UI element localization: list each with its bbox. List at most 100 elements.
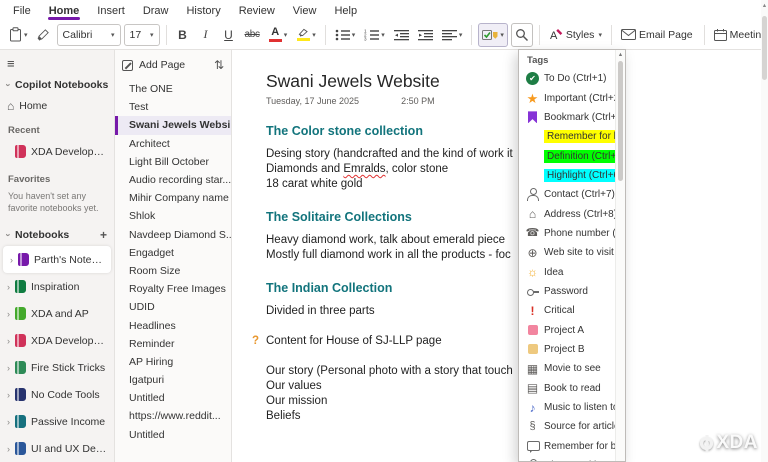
page-list-item[interactable]: Untitled [115,426,231,444]
add-page-button[interactable]: Add Page [122,59,210,71]
page-list-item[interactable]: Navdeep Diamond S... [115,226,231,244]
menu-item[interactable]: Draw [134,2,178,19]
tag-menu-item[interactable]: Highlight (Ctrl+6) [519,166,625,185]
tag-menu-item[interactable]: Remember for later [519,127,625,146]
notebooks-list: › Parth's Notebook › Inspiration › XDA a… [0,246,114,462]
bold-button[interactable]: B [173,23,193,47]
italic-button[interactable]: I [196,23,216,47]
underline-button[interactable]: U [219,23,239,47]
tag-menu-item[interactable]: Definition (Ctrl+5) [519,146,625,165]
copilot-notebooks-header[interactable]: › Copilot Notebooks [0,74,114,96]
tag-menu-item[interactable]: Important (Ctrl+2) [519,88,625,107]
tag-menu-item[interactable]: Password [519,282,625,301]
hamburger-menu-button[interactable]: ≡ [0,50,114,74]
menu-item[interactable]: View [284,2,326,19]
numbered-list-button[interactable]: 123 ▾ [361,23,388,47]
tag-menu-item[interactable]: Contact (Ctrl+7) [519,185,625,204]
page-title-label: Igatpuri [129,374,164,386]
page-list-item[interactable]: Headlines [115,316,231,334]
tag-menu-item[interactable]: Project A [519,320,625,339]
page-list-item[interactable]: https://www.reddit... [115,407,231,425]
tag-icon [482,28,498,42]
styles-button[interactable]: A Styles ▾ [546,23,605,47]
notebook-item[interactable]: › XDA Developers [0,138,114,165]
decrease-indent-button[interactable] [391,23,412,47]
menu-item[interactable]: Home [40,2,89,19]
page-list-item[interactable]: Shlok [115,207,231,225]
page-list-item[interactable]: Architect [115,135,231,153]
tags-button[interactable]: ▾ [478,23,508,47]
highlight-button[interactable]: ▾ [293,23,319,47]
menu-item[interactable]: Help [325,2,366,19]
notebook-item[interactable]: › Inspiration [0,273,114,300]
scroll-up-arrow[interactable]: ▲ [618,52,623,58]
page-list-item[interactable]: Igatpuri [115,371,231,389]
format-painter-button[interactable] [34,23,54,47]
bullet-list-button[interactable]: ▾ [332,23,359,47]
notebook-item[interactable]: › UI and UX Design [0,435,114,462]
page-list-item[interactable]: UDID [115,298,231,316]
add-notebook-button[interactable]: + [100,228,107,242]
tag-menu-item[interactable]: Music to listen to [519,398,625,417]
page-list-item[interactable]: The ONE [115,80,231,98]
chevron-down-icon: ▾ [352,31,356,39]
email-page-button[interactable]: Email Page [618,23,698,47]
tag-menu-item[interactable]: Source for article [519,417,625,436]
page-title[interactable]: Swani Jewels Website [266,71,768,92]
menu-item[interactable]: Insert [88,2,134,19]
page-list-item[interactable]: Test [115,98,231,116]
page-list-item[interactable]: AP Hiring [115,353,231,371]
tag-menu-item[interactable]: Web site to visit [519,243,625,262]
page-list-item[interactable]: Room Size [115,262,231,280]
tag-menu-item[interactable]: Bookmark (Ctrl+3) [519,108,625,127]
menu-item[interactable]: Review [230,2,284,19]
scrollbar-thumb[interactable] [762,16,767,80]
notebook-item[interactable]: › Passive Income [0,408,114,435]
notebook-item[interactable]: › Parth's Notebook [3,246,111,273]
vertical-scrollbar[interactable]: ▲ [761,0,768,462]
content-paragraph: Divided in three parts [266,304,768,319]
page-list-item[interactable]: Mihir Company name [115,189,231,207]
tag-menu-item[interactable]: Critical [519,301,625,320]
page-list-item[interactable]: Engadget [115,244,231,262]
sort-pages-button[interactable]: ⇅ [214,58,224,72]
alignment-button[interactable]: ▾ [439,23,466,47]
menu-item[interactable]: File [4,2,40,19]
menu-item[interactable]: History [177,2,229,19]
tag-menu-item[interactable]: Remember for blog [519,437,625,456]
page-list-item[interactable]: Swani Jewels Websi... [115,116,231,134]
note-content-area[interactable]: Swani Jewels Website Tuesday, 17 June 20… [232,50,768,462]
notebook-item[interactable]: › No Code Tools [0,381,114,408]
tag-menu-item[interactable]: Idea [519,262,625,281]
meeting-details-button[interactable]: Meeting [711,23,768,47]
tags-scrollbar[interactable]: ▲ [615,50,625,461]
font-size-select[interactable]: 17 ▾ [124,24,160,46]
sidebar-item-home[interactable]: ⌂ Home [0,96,114,116]
increase-indent-button[interactable] [415,23,436,47]
page-list-item[interactable]: Audio recording star... [115,171,231,189]
tag-menu-item[interactable]: Book to read [519,379,625,398]
tag-icon [526,343,539,356]
page-list-item[interactable]: Reminder [115,335,231,353]
tag-menu-item[interactable]: Movie to see [519,359,625,378]
notebook-item[interactable]: › Fire Stick Tricks [0,354,114,381]
scroll-up-arrow[interactable]: ▲ [761,3,768,9]
tag-menu-item[interactable]: Discuss with <Perso... [519,456,625,462]
tag-menu-item[interactable]: Address (Ctrl+8) [519,204,625,223]
notebook-item[interactable]: › XDA Developers [0,327,114,354]
page-list-item[interactable]: Light Bill October [115,153,231,171]
tag-menu-item[interactable]: To Do (Ctrl+1) [519,69,625,88]
page-list-item[interactable]: Untitled [115,389,231,407]
font-name-select[interactable]: Calibri ▾ [57,24,121,46]
page-list-item[interactable]: Royalty Free Images [115,280,231,298]
find-tags-button[interactable] [511,23,533,47]
paste-button[interactable]: ▾ [6,23,31,47]
tag-menu-item[interactable]: Project B [519,340,625,359]
notebooks-section-header[interactable]: › Notebooks + [0,224,114,246]
scrollbar-thumb[interactable] [618,61,623,181]
font-color-button[interactable]: A ▾ [266,23,291,47]
tag-menu-item[interactable]: Phone number (Ctrl... [519,224,625,243]
strikethrough-button[interactable]: abc [242,23,263,47]
note-body[interactable]: The Color stone collectionDesing story (… [266,124,768,424]
notebook-item[interactable]: › XDA and AP [0,300,114,327]
